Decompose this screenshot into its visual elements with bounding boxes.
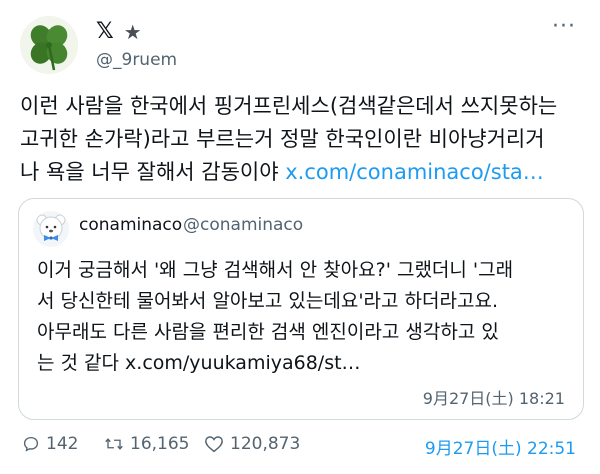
tweet-header: 𝕏 ★ @_9ruem ··· — [20, 14, 580, 76]
heart-icon — [205, 436, 223, 453]
tweet-timestamp[interactable]: 9月27日(土) 22:51 — [425, 434, 576, 459]
quote-avatar[interactable] — [33, 211, 69, 247]
quote-author-name[interactable]: conaminaco — [79, 215, 182, 235]
quote-link[interactable]: x.com/yuukamiya68/st… — [125, 352, 361, 374]
bear-with-bowtie-icon — [33, 211, 69, 247]
quote-text-line: 이거 궁금해서 '왜 그냥 검색해서 안 찾아요?' 그랬더니 '그래 — [37, 259, 514, 281]
author-handle[interactable]: @_9ruem — [96, 50, 177, 70]
reply-stat[interactable]: 142 — [22, 434, 78, 454]
name-row: 𝕏 ★ — [96, 18, 142, 46]
tweet-text-line: 나 욕을 너무 잘해서 감동이야 x.com/conaminaco/sta… — [20, 156, 580, 189]
four-leaf-clover-icon — [20, 16, 78, 74]
tweet-text-line: 이런 사람을 한국에서 핑거프린세스(검색같은데서 쓰지못하는 — [20, 94, 558, 118]
like-count: 120,873 — [230, 434, 301, 454]
quote-text-line: 는 것 같다 x.com/yuukamiya68/st… — [37, 348, 577, 379]
quote-text: 이거 궁금해서 '왜 그냥 검색해서 안 찾아요?' 그랬더니 '그래 서 당신… — [37, 255, 577, 379]
tweet-link[interactable]: x.com/conaminaco/sta… — [285, 160, 544, 184]
tweet-text: 이런 사람을 한국에서 핑거프린세스(검색같은데서 쓰지못하는 고귀한 손가락)… — [20, 90, 580, 189]
quote-text-line: 서 당신한테 물어봐서 알아보고 있는데요'라고 하더라고요. — [37, 290, 498, 312]
more-options-icon[interactable]: ··· — [552, 14, 576, 39]
quote-text-line: 아무래도 다른 사람을 편리한 검색 엔진이라고 생각하고 있 — [37, 321, 499, 343]
star-icon: ★ — [123, 20, 142, 44]
tweet-footer: 142 16,165 120,873 9月27日(土) 22:51 — [18, 428, 584, 464]
x-logo-icon: 𝕏 — [96, 19, 114, 44]
retweet-stat[interactable]: 16,165 — [104, 434, 189, 454]
quote-author-handle[interactable]: @conaminaco — [183, 215, 303, 235]
retweet-icon — [105, 438, 123, 450]
quote-text-tail: 는 것 같다 — [37, 352, 126, 374]
tweet-text-tail: 나 욕을 너무 잘해서 감동이야 — [20, 160, 286, 184]
reply-icon — [23, 436, 39, 452]
quote-timestamp[interactable]: 9月27日(土) 18:21 — [423, 385, 565, 409]
tweet-text-line: 고귀한 손가락)라고 부르는거 정말 한국인이란 비아냥거리거 — [20, 127, 545, 151]
quoted-tweet[interactable]: conaminaco @conaminaco 이거 궁금해서 '왜 그냥 검색해… — [18, 198, 584, 420]
reply-count: 142 — [46, 434, 79, 454]
retweet-count: 16,165 — [130, 434, 190, 454]
author-avatar[interactable] — [20, 16, 78, 74]
like-stat[interactable]: 120,873 — [204, 434, 300, 454]
